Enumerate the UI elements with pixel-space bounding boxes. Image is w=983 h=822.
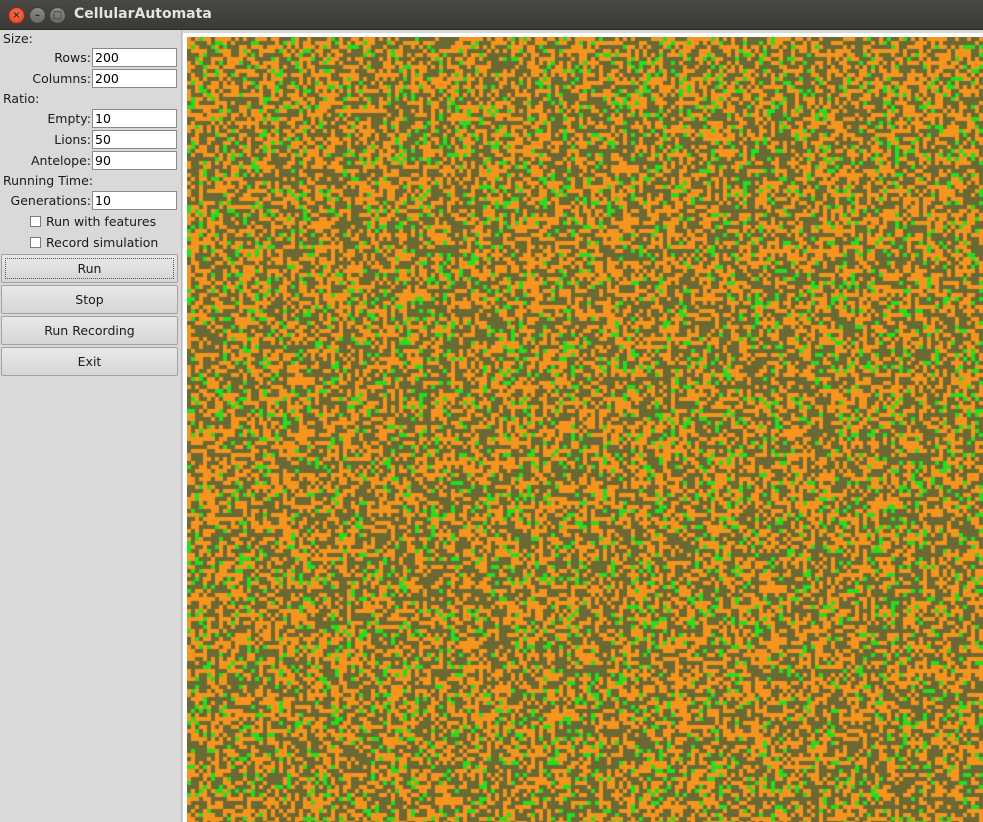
rows-input[interactable]: 200	[92, 48, 177, 67]
antelope-label: Antelope:	[30, 153, 91, 168]
antelope-input[interactable]: 90	[92, 151, 177, 170]
stop-button-label: Stop	[75, 292, 104, 307]
record-simulation-checkbox[interactable]: Record simulation	[30, 235, 158, 250]
columns-label: Columns:	[32, 71, 91, 86]
window-title: CellularAutomata	[74, 6, 212, 22]
empty-label: Empty:	[47, 111, 91, 126]
control-panel: Size: Rows: 200 Columns: 200 Ratio: Empt…	[0, 30, 182, 822]
record-simulation-label: Record simulation	[46, 235, 159, 250]
run-with-features-checkbox[interactable]: Run with features	[30, 214, 156, 229]
ratio-section-label: Ratio:	[3, 91, 40, 106]
running-time-section-label: Running Time:	[3, 173, 93, 188]
exit-button-label: Exit	[77, 354, 102, 369]
simulation-grid-canvas	[187, 37, 983, 822]
run-button-focus-ring	[5, 258, 174, 279]
generations-label: Generations:	[10, 193, 91, 208]
run-recording-button-label: Run Recording	[44, 323, 135, 338]
stop-button[interactable]: Stop	[1, 285, 178, 314]
title-bar: × – □ CellularAutomata	[0, 0, 983, 30]
generations-input[interactable]: 10	[92, 191, 177, 210]
run-with-features-label: Run with features	[46, 214, 157, 229]
run-button[interactable]: Run	[1, 254, 178, 283]
lions-input[interactable]: 50	[92, 130, 177, 149]
size-section-label: Size:	[3, 31, 33, 46]
minimize-window-button[interactable]: –	[29, 7, 46, 24]
maximize-window-button[interactable]: □	[49, 7, 66, 24]
lions-label: Lions:	[54, 132, 91, 147]
exit-button[interactable]: Exit	[1, 347, 178, 376]
run-recording-button[interactable]: Run Recording	[1, 316, 178, 345]
run-with-features-checkbox-box[interactable]	[30, 216, 41, 227]
record-simulation-checkbox-box[interactable]	[30, 237, 41, 248]
empty-input[interactable]: 10	[92, 109, 177, 128]
rows-label: Rows:	[54, 50, 91, 65]
simulation-grid-frame	[183, 33, 983, 822]
close-window-button[interactable]: ×	[8, 7, 25, 24]
columns-input[interactable]: 200	[92, 69, 177, 88]
